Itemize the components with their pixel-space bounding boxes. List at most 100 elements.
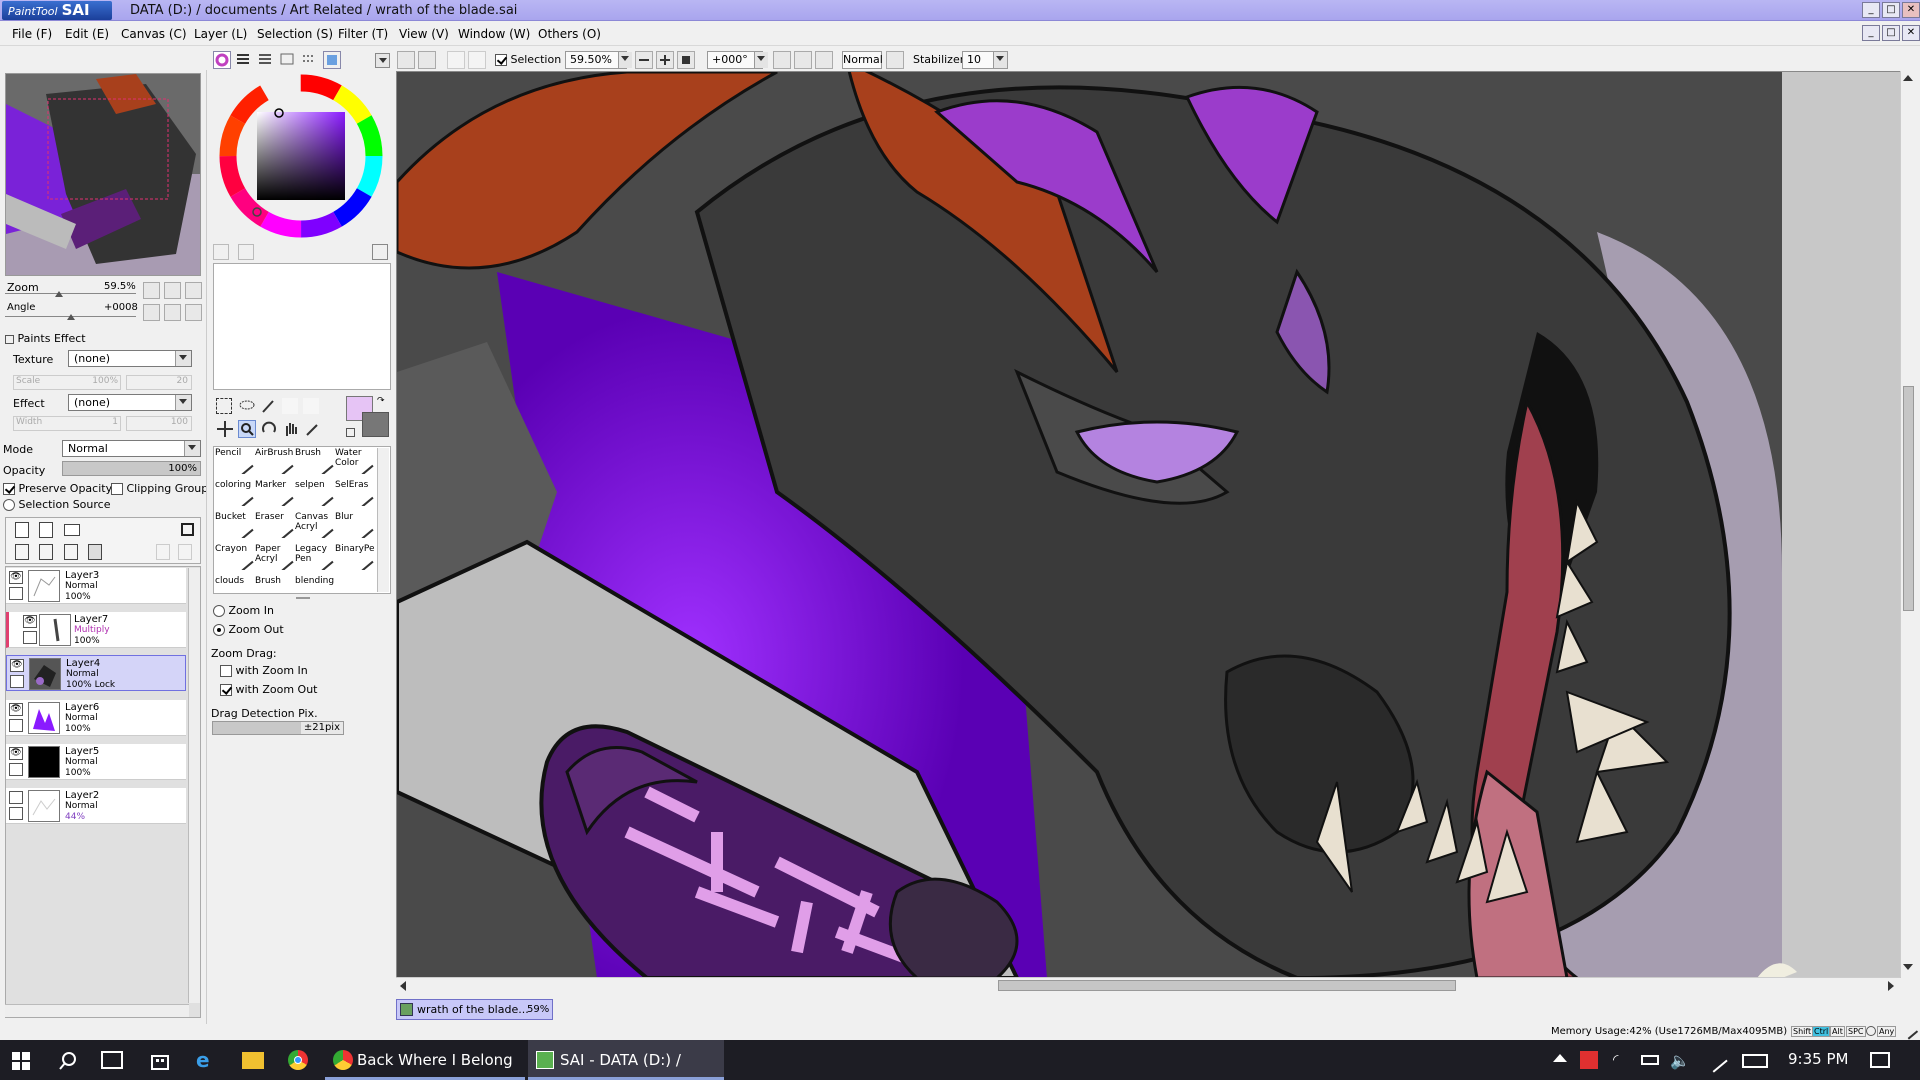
tool-coloring[interactable]: coloring — [215, 480, 255, 506]
menu-canvas[interactable]: Canvas (C) — [121, 27, 187, 41]
with-zoom-out-option[interactable]: with Zoom Out — [220, 683, 317, 696]
taskbar-chrome-window[interactable]: Back Where I Belong -... — [325, 1040, 525, 1080]
tool-paper-acryl[interactable]: Paper Acryl — [255, 544, 295, 570]
color-wheel[interactable] — [218, 73, 384, 239]
transparent-color-icon[interactable] — [346, 428, 355, 437]
layer-list-hscrollbar[interactable] — [5, 1004, 189, 1017]
scroll-left-icon[interactable] — [400, 981, 406, 991]
layer-mask-icon[interactable] — [181, 523, 194, 536]
clipping-group-checkbox[interactable] — [111, 483, 123, 495]
tool-brush[interactable]: Brush — [295, 448, 335, 474]
swatches-mode-icon[interactable] — [301, 51, 319, 69]
tool-grid-splitter[interactable] — [296, 597, 310, 599]
layer-row[interactable]: 👁 Layer7 Multiply 100% — [6, 612, 186, 648]
angle-dropdown[interactable]: +000° — [707, 51, 768, 69]
battery-icon[interactable] — [1641, 1055, 1659, 1065]
nav-rotate-ccw-icon[interactable] — [143, 304, 160, 321]
menu-selection[interactable]: Selection (S) — [257, 27, 333, 41]
zoom-tool-icon[interactable] — [238, 420, 256, 438]
layer-mode-dropdown[interactable]: Normal — [62, 440, 201, 457]
doc-maximize-button[interactable]: □ — [1882, 25, 1900, 41]
task-view-icon[interactable] — [101, 1051, 123, 1069]
layer-row[interactable]: 👁 Layer5 Normal 100% — [6, 744, 186, 780]
minimize-button[interactable]: _ — [1862, 2, 1880, 18]
taskbar-sai-window[interactable]: SAI - DATA (D:) / doc... — [528, 1040, 724, 1080]
store-icon[interactable] — [150, 1051, 170, 1070]
transfer-down-icon[interactable] — [15, 544, 29, 560]
rotate-tool-icon[interactable] — [260, 420, 278, 438]
hscroll-thumb[interactable] — [998, 980, 1456, 991]
new-folder-icon[interactable] — [64, 524, 80, 536]
deselect-icon[interactable] — [447, 51, 465, 69]
layer-lock-box[interactable] — [10, 675, 24, 688]
eye-icon[interactable] — [9, 791, 23, 804]
nav-rotate-cw-icon[interactable] — [164, 304, 181, 321]
layer-row[interactable]: Layer2 Normal 44% — [6, 788, 186, 824]
close-button[interactable]: ✕ — [1902, 2, 1920, 18]
tool-blending[interactable]: blending — [295, 576, 335, 592]
magic-wand-icon[interactable] — [260, 398, 278, 414]
eye-icon[interactable]: 👁 — [9, 703, 23, 716]
layer-row-selected[interactable]: 👁 Layer4 Normal 100% Lock — [6, 655, 186, 691]
scroll-down-icon[interactable] — [1903, 964, 1913, 970]
rect-select-icon[interactable] — [216, 398, 232, 414]
tool-eraser[interactable]: Eraser — [255, 512, 295, 538]
layer-opacity-slider[interactable]: 100% — [62, 461, 201, 476]
zoom-in-option[interactable]: Zoom In — [213, 604, 274, 617]
drag-detection-slider[interactable]: ±21pix — [212, 721, 344, 735]
menu-file[interactable]: File (F) — [12, 27, 52, 41]
tool-legacy-pen[interactable]: Legacy Pen — [295, 544, 335, 570]
wifi-icon[interactable]: ◜ — [1613, 1052, 1631, 1068]
tool-airbrush[interactable]: AirBrush — [255, 448, 295, 474]
move-icon[interactable] — [216, 420, 234, 438]
nav-angle-thumb[interactable] — [67, 314, 75, 320]
tool-pencil[interactable]: Pencil — [215, 448, 255, 474]
doc-minimize-button[interactable]: _ — [1862, 25, 1880, 41]
layer-row[interactable]: 👁 Layer3 Normal 100% — [6, 568, 186, 604]
zoom-in-radio[interactable] — [213, 605, 225, 617]
layer-lock-box[interactable] — [9, 719, 23, 732]
menu-layer[interactable]: Layer (L) — [194, 27, 247, 41]
tool-selpen[interactable]: selpen — [295, 480, 335, 506]
menu-window[interactable]: Window (W) — [458, 27, 530, 41]
show-hidden-icons[interactable] — [1553, 1054, 1567, 1062]
scroll-right-icon[interactable] — [1888, 981, 1894, 991]
tool-crayon[interactable]: Crayon — [215, 544, 255, 570]
tool-blur[interactable]: Blur — [335, 512, 375, 538]
selection-source-radio[interactable] — [3, 499, 15, 511]
lasso-select-icon[interactable] — [238, 398, 256, 414]
clipping-group-option[interactable]: Clipping Group — [111, 482, 208, 495]
rotate-ccw-button[interactable] — [773, 51, 791, 69]
vscroll-thumb[interactable] — [1903, 386, 1914, 611]
nav-zoom-in-icon[interactable] — [164, 282, 181, 299]
eye-icon[interactable]: 👁 — [10, 659, 24, 672]
merge-down-icon[interactable] — [39, 544, 53, 560]
scratchpad-mode-icon[interactable] — [323, 51, 341, 69]
menu-view[interactable]: View (V) — [399, 27, 449, 41]
tool-seleras[interactable]: SelEras — [335, 480, 375, 506]
layer-lock-box[interactable] — [23, 631, 37, 644]
nav-rotate-reset-icon[interactable] — [185, 304, 202, 321]
eye-icon[interactable]: 👁 — [9, 747, 23, 760]
flip-horizontal-button[interactable] — [886, 51, 904, 69]
with-zoom-in-option[interactable]: with Zoom In — [220, 664, 308, 677]
delete-layer-icon[interactable] — [88, 544, 102, 560]
pen-workspace-icon[interactable] — [1702, 1047, 1728, 1073]
panel-menu-icon[interactable] — [375, 53, 390, 68]
selection-checkbox[interactable] — [495, 54, 507, 66]
scroll-up-icon[interactable] — [1903, 75, 1913, 81]
menu-edit[interactable]: Edit (E) — [65, 27, 109, 41]
volume-icon[interactable]: 🔈 — [1670, 1051, 1690, 1070]
rgb-slider-mode-icon[interactable] — [235, 51, 253, 69]
action-center-icon[interactable] — [1870, 1052, 1890, 1068]
swap-colors-icon[interactable]: ↷ — [377, 396, 385, 406]
nav-zoom-reset-icon[interactable] — [185, 282, 202, 299]
selection-source-option[interactable]: Selection Source — [3, 498, 110, 511]
zoom-reset-button[interactable] — [677, 51, 695, 69]
layer-lock-box[interactable] — [9, 587, 23, 600]
document-tab[interactable]: wrath of the blade... 59% — [396, 999, 553, 1020]
clear-layer-icon[interactable] — [64, 544, 78, 560]
layer-list-scrollbar[interactable] — [188, 568, 200, 1003]
tray-app-icon[interactable] — [1580, 1051, 1598, 1069]
tool-bucket[interactable]: Bucket — [215, 512, 255, 538]
